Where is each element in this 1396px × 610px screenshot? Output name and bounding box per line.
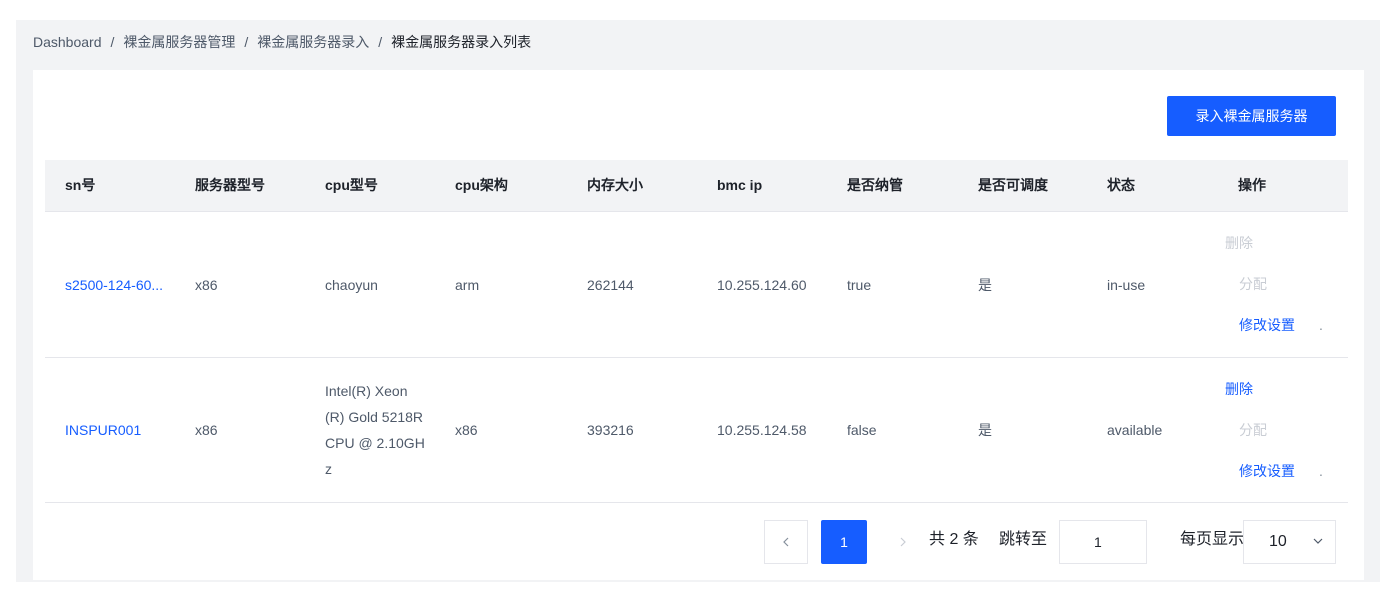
cell-managed: false: [847, 358, 877, 502]
schedulable-value: 是: [978, 422, 992, 438]
chevron-left-icon: [783, 537, 789, 547]
page-size-select[interactable]: 10: [1243, 520, 1336, 564]
cell-cpu-model: Intel(R) Xeon(R) Gold 5218R CPU @ 2.10GH…: [325, 358, 425, 502]
status-value: in-use: [1107, 276, 1146, 293]
column-header-cpu-arch: cpu架构: [455, 177, 508, 193]
sn-link[interactable]: s2500-124-60...: [65, 272, 175, 298]
bmc-ip-value: 10.255.124.60: [717, 276, 807, 293]
breadcrumb-separator: /: [378, 34, 383, 50]
column-header-schedulable: 是否可调度: [978, 177, 1048, 193]
column-header-status: 状态: [1107, 177, 1135, 193]
cell-status: in-use: [1107, 212, 1145, 357]
cell-model: x86: [195, 212, 218, 357]
sn-link[interactable]: INSPUR001: [65, 417, 175, 443]
modify-settings-button[interactable]: 修改设置.: [1225, 305, 1348, 346]
managed-value: true: [847, 276, 872, 293]
column-header-sn: sn号: [65, 177, 96, 193]
assign-button[interactable]: 分配: [1225, 264, 1348, 305]
breadcrumb-item-current: 裸金属服务器录入列表: [391, 34, 532, 50]
page-background: Dashboard / 裸金属服务器管理 / 裸金属服务器录入 / 裸金属服务器录入列表 录…: [16, 20, 1380, 582]
cell-schedulable: 是: [978, 358, 992, 502]
total-count: 共 2 条: [929, 531, 979, 548]
cell-actions: 删除 分配 修改设置.: [1225, 358, 1348, 502]
memory-value: 393216: [587, 422, 634, 438]
managed-value: false: [847, 422, 877, 438]
jump-page-input[interactable]: [1059, 520, 1147, 564]
column-header-memory: 内存大小: [587, 177, 643, 193]
cell-cpu-arch: arm: [455, 212, 479, 357]
breadcrumb: Dashboard / 裸金属服务器管理 / 裸金属服务器录入 / 裸金属服务器录入列表: [33, 31, 531, 53]
cpu-arch-value: arm: [455, 276, 480, 293]
cell-cpu-arch: x86: [455, 358, 478, 502]
cpu-arch-value: x86: [455, 422, 478, 438]
cell-sn: s2500-124-60...: [65, 212, 175, 357]
breadcrumb-item-baremetal-management[interactable]: 裸金属服务器管理: [123, 34, 235, 50]
cell-bmc-ip: 10.255.124.58: [717, 358, 813, 502]
cell-schedulable: 是: [978, 212, 992, 357]
cpu-model-value: Intel(R) Xeon(R) Gold 5218R CPU @ 2.10GH…: [325, 383, 425, 477]
column-header-managed: 是否纳管: [847, 177, 903, 193]
column-header-model: 服务器型号: [195, 177, 265, 193]
page-size-label: 每页显示: [1180, 531, 1245, 548]
model-value: x86: [195, 422, 218, 438]
column-header-cpu-model: cpu型号: [325, 177, 378, 193]
cell-bmc-ip: 10.255.124.60: [717, 212, 813, 357]
memory-value: 262144: [587, 276, 634, 293]
table-row: INSPUR001 x86 Intel(R) Xeon(R) Gold 5218…: [45, 358, 1348, 503]
next-page-button[interactable]: [881, 520, 925, 564]
cell-sn: INSPUR001: [65, 358, 175, 502]
table-row: s2500-124-60... x86 chaoyun arm 262144 1…: [45, 212, 1348, 358]
more-dot: .: [1319, 462, 1323, 479]
bmc-ip-value: 10.255.124.58: [717, 422, 807, 438]
status-value: available: [1107, 422, 1163, 438]
model-value: x86: [195, 276, 218, 293]
modify-settings-label: 修改设置: [1239, 317, 1295, 333]
content-card: 录入裸金属服务器 sn号 服务器型号 cpu型号 cpu架构 内存大小 bmc …: [33, 70, 1364, 580]
jump-to-label: 跳转至: [999, 531, 1048, 548]
table-header: sn号 服务器型号 cpu型号 cpu架构 内存大小 bmc ip 是否纳管 是…: [45, 160, 1348, 212]
breadcrumb-item-baremetal-entry[interactable]: 裸金属服务器录入: [257, 34, 369, 50]
cpu-model-value: chaoyun: [325, 276, 378, 293]
breadcrumb-separator: /: [244, 34, 249, 50]
assign-button[interactable]: 分配: [1225, 410, 1348, 451]
more-dot: .: [1319, 317, 1323, 333]
cell-cpu-model: chaoyun: [325, 212, 425, 357]
page-size-value: 10: [1269, 533, 1287, 550]
cell-model: x86: [195, 358, 218, 502]
prev-page-button[interactable]: [764, 520, 808, 564]
column-header-bmc-ip: bmc ip: [717, 177, 763, 193]
cell-memory: 262144: [587, 212, 634, 357]
add-baremetal-server-button[interactable]: 录入裸金属服务器: [1167, 96, 1336, 136]
column-header-actions: 操作: [1238, 177, 1266, 193]
delete-button[interactable]: 删除: [1225, 369, 1348, 410]
page-number-current[interactable]: 1: [821, 520, 867, 564]
chevron-down-icon: [1313, 538, 1323, 544]
breadcrumb-item-dashboard[interactable]: Dashboard: [33, 34, 102, 50]
modify-settings-label: 修改设置: [1239, 462, 1295, 479]
chevron-right-icon: [900, 537, 906, 547]
cell-managed: true: [847, 212, 871, 357]
modify-settings-button[interactable]: 修改设置.: [1225, 451, 1348, 492]
delete-button[interactable]: 删除: [1225, 223, 1348, 264]
cell-memory: 393216: [587, 358, 634, 502]
cell-actions: 删除 分配 修改设置.: [1225, 212, 1348, 357]
schedulable-value: 是: [978, 276, 992, 293]
breadcrumb-separator: /: [110, 34, 115, 50]
server-table: sn号 服务器型号 cpu型号 cpu架构 内存大小 bmc ip 是否纳管 是…: [45, 160, 1348, 503]
pagination: 1 共 2 条 跳转至 每页显示 10: [33, 520, 1364, 564]
cell-status: available: [1107, 358, 1162, 502]
